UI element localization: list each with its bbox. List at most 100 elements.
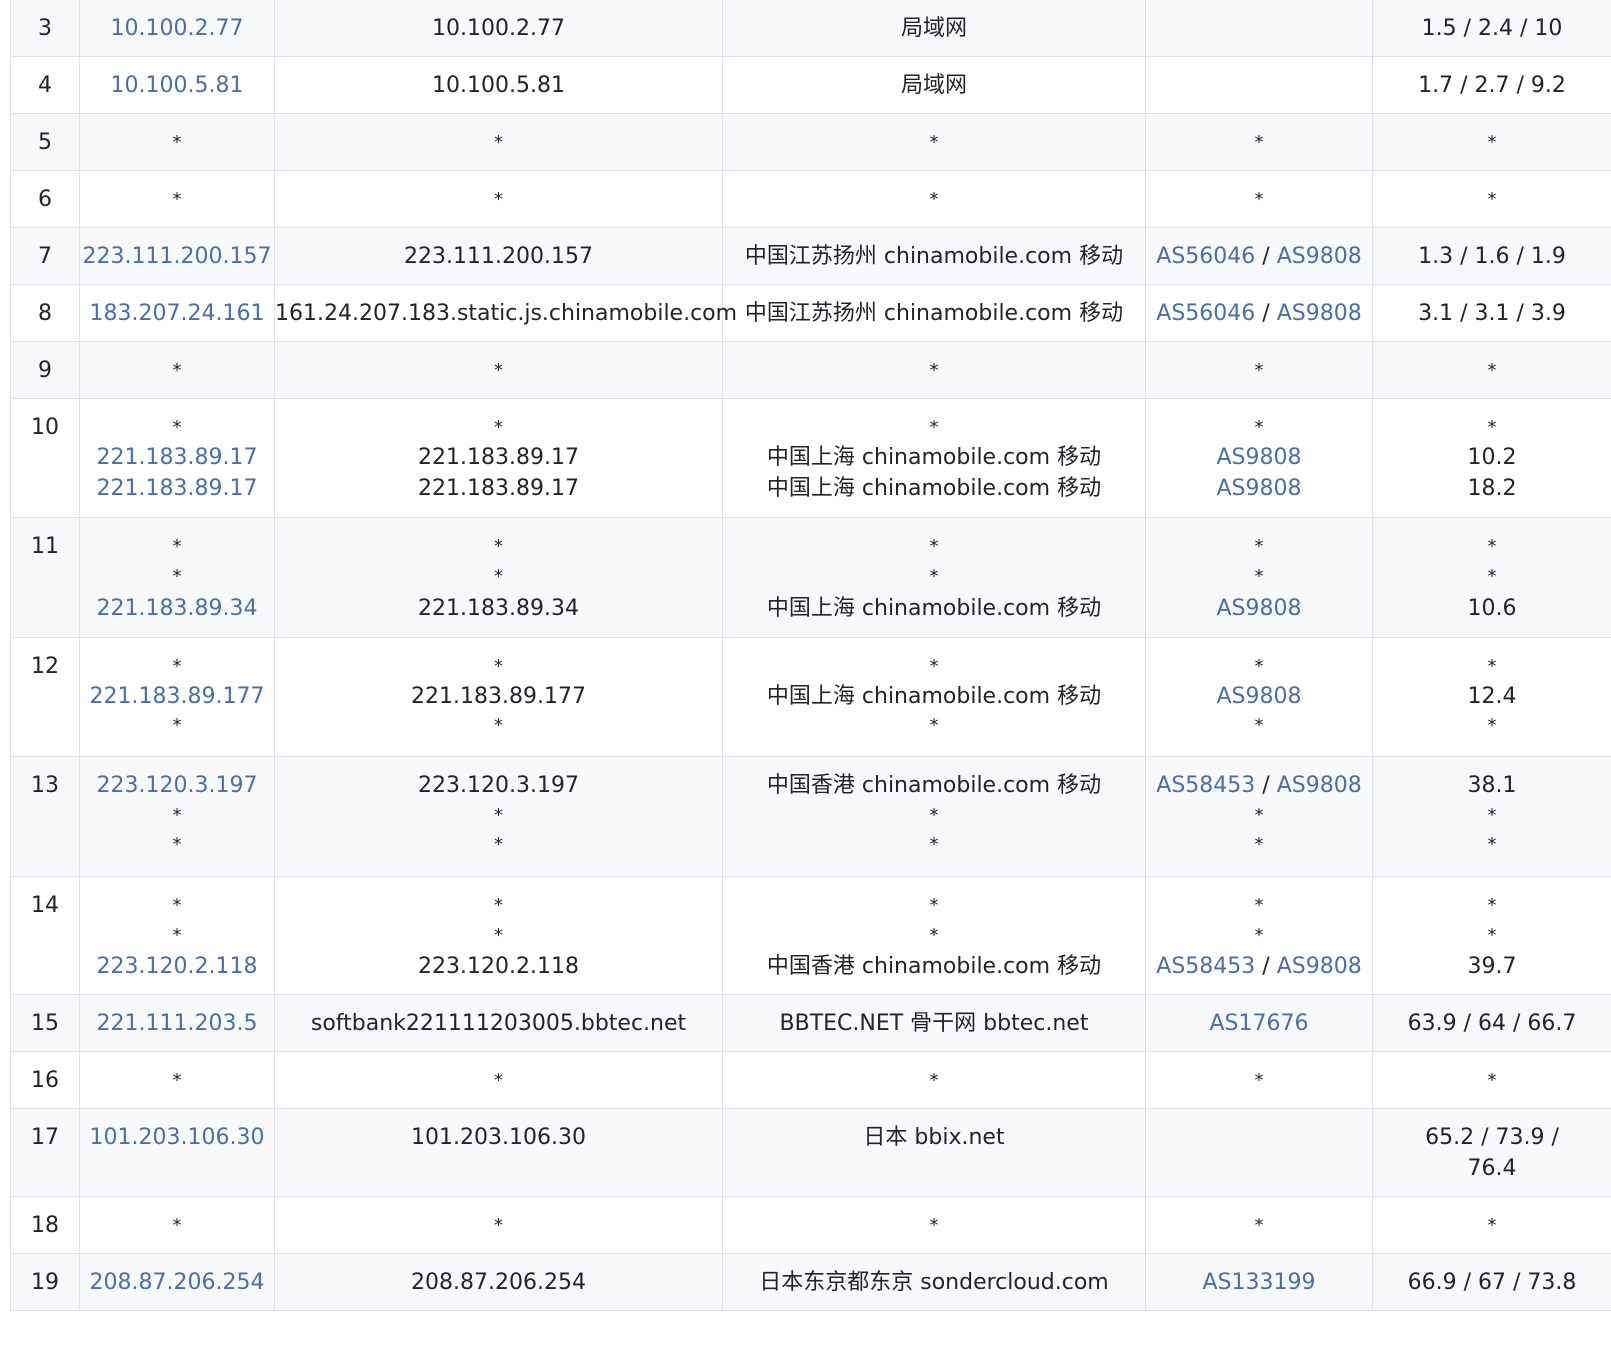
hostname-cell: * * 221.183.89.34 xyxy=(274,517,723,638)
ip-cell: 10.100.5.81 xyxy=(79,56,275,114)
ip-link[interactable]: 221.111.203.5 xyxy=(97,1011,258,1036)
ip-cell: * * 223.120.2.118 xyxy=(79,876,275,995)
no-response-marker: * xyxy=(1487,925,1497,946)
hostname-cell: 10.100.5.81 xyxy=(274,56,723,114)
asn-cell: * xyxy=(1145,113,1373,171)
latency-cell: 1.7 / 2.7 / 9.2 xyxy=(1372,56,1611,114)
ip-link[interactable]: 10.100.5.81 xyxy=(111,73,244,98)
no-response-marker: * xyxy=(494,805,503,826)
hop-number: 5 xyxy=(38,130,52,155)
latency-cell: * xyxy=(1372,170,1611,228)
no-response-marker: * xyxy=(1254,536,1264,557)
ip-link[interactable]: 221.183.89.177 xyxy=(90,684,265,709)
hostname-cell: * xyxy=(274,341,723,399)
ip-cell: * 221.183.89.177 * xyxy=(79,637,275,757)
ip-link[interactable]: 223.120.3.197 xyxy=(97,773,258,798)
cell-line: 中国上海 chinamobile.com 移动 xyxy=(766,476,1102,501)
ip-line: 208.87.206.254 xyxy=(80,1267,274,1298)
hop-number-cell: 17 xyxy=(10,1108,80,1197)
cell-line: 12.4 xyxy=(1467,684,1517,709)
no-response-marker: * xyxy=(494,715,503,736)
cell-line: 1.3 / 1.6 / 1.9 xyxy=(1418,244,1566,269)
hop-row: 17 101.203.106.30 101.203.106.30 日本 bbix.ne… xyxy=(10,1108,1611,1197)
ip-link[interactable]: 221.183.89.17 xyxy=(97,476,258,501)
ip-line: 221.183.89.17 xyxy=(80,473,274,504)
asn-link[interactable]: AS56046 xyxy=(1156,244,1255,269)
asn-link[interactable]: AS58453 xyxy=(1156,773,1255,798)
traceroute-body: 3 10.100.2.77 10.100.2.77 局域网 1.5 / 2.4 / 10… xyxy=(10,0,1611,1311)
asn-link[interactable]: AS9808 xyxy=(1277,954,1362,979)
asn-separator: / xyxy=(1255,773,1277,798)
no-response-marker: * xyxy=(929,1215,939,1236)
hop-row: 10 * 221.183.89.17 221.183.89.17 * 221.183.89… xyxy=(10,398,1611,518)
no-response-marker: * xyxy=(1254,895,1264,916)
hop-number-cell: 14 xyxy=(10,876,80,995)
no-response-marker: * xyxy=(929,360,939,381)
ip-line: 183.207.24.161 xyxy=(80,298,274,329)
asn-link[interactable]: AS17676 xyxy=(1210,1011,1309,1036)
cell-line: 10.100.5.81 xyxy=(432,73,565,98)
no-response-marker: * xyxy=(1487,1070,1497,1091)
cell-line: 38.1 xyxy=(1467,773,1517,798)
cell-line: 208.87.206.254 xyxy=(411,1270,586,1295)
hop-number: 9 xyxy=(38,358,52,383)
ip-link[interactable]: 101.203.106.30 xyxy=(90,1125,265,1150)
no-response-marker: * xyxy=(1254,132,1264,153)
asn-link[interactable]: AS133199 xyxy=(1203,1270,1316,1295)
no-response-marker: * xyxy=(1487,715,1497,736)
cell-line: 中国上海 chinamobile.com 移动 xyxy=(766,445,1102,470)
latency-cell: 63.9 / 64 / 66.7 xyxy=(1372,994,1611,1052)
ip-link[interactable]: 183.207.24.161 xyxy=(90,301,265,326)
hop-number: 16 xyxy=(31,1068,59,1093)
ip-link[interactable]: 221.183.89.34 xyxy=(97,596,258,621)
ip-cell: * xyxy=(79,1196,275,1254)
asn-link[interactable]: AS9808 xyxy=(1216,596,1301,621)
ip-link[interactable]: 208.87.206.254 xyxy=(90,1270,265,1295)
asn-line: AS9808 xyxy=(1146,681,1372,712)
asn-line: AS17676 xyxy=(1146,1008,1372,1039)
asn-link[interactable]: AS9808 xyxy=(1277,773,1362,798)
asn-link[interactable]: AS56046 xyxy=(1156,301,1255,326)
hop-number: 8 xyxy=(38,301,52,326)
no-response-marker: * xyxy=(172,925,182,946)
location-cell: * xyxy=(722,1051,1146,1109)
asn-cell xyxy=(1145,56,1373,114)
hop-number-cell: 8 xyxy=(10,284,80,342)
ip-link[interactable]: 223.120.2.118 xyxy=(97,954,258,979)
location-cell: * xyxy=(722,113,1146,171)
asn-link[interactable]: AS9808 xyxy=(1216,684,1301,709)
hop-number-cell: 3 xyxy=(10,0,80,57)
ip-link[interactable]: 221.183.89.17 xyxy=(97,445,258,470)
hostname-cell: * * 223.120.2.118 xyxy=(274,876,723,995)
asn-link[interactable]: AS58453 xyxy=(1156,954,1255,979)
hostname-cell: * xyxy=(274,1196,723,1254)
cell-line: 日本 bbix.net xyxy=(863,1125,1005,1150)
no-response-marker: * xyxy=(1254,715,1264,736)
asn-link[interactable]: AS9808 xyxy=(1277,301,1362,326)
no-response-marker: * xyxy=(172,656,182,677)
asn-line: AS56046 / AS9808 xyxy=(1146,241,1372,272)
asn-link[interactable]: AS9808 xyxy=(1277,244,1362,269)
hop-row: 3 10.100.2.77 10.100.2.77 局域网 1.5 / 2.4 / 10 xyxy=(10,0,1611,57)
hop-row: 6 * * * * * xyxy=(10,170,1611,228)
hop-number: 14 xyxy=(31,893,59,918)
no-response-marker: * xyxy=(1487,360,1497,381)
no-response-marker: * xyxy=(929,417,939,438)
hop-number-cell: 4 xyxy=(10,56,80,114)
hop-row: 12 * 221.183.89.177 * * 221.183.89.177 * * 中国上海 … xyxy=(10,637,1611,757)
cell-line: 221.183.89.177 xyxy=(411,684,586,709)
asn-line: AS9808 xyxy=(1146,442,1372,473)
asn-link[interactable]: AS9808 xyxy=(1216,476,1301,501)
ip-line: 223.120.2.118 xyxy=(80,951,274,982)
asn-link[interactable]: AS9808 xyxy=(1216,445,1301,470)
cell-line: 161.24.207.183.static.js.chinamobile.com xyxy=(275,301,738,326)
no-response-marker: * xyxy=(494,895,503,916)
hop-number: 15 xyxy=(31,1011,59,1036)
asn-cell: * xyxy=(1145,1196,1373,1254)
ip-link[interactable]: 10.100.2.77 xyxy=(111,16,244,41)
no-response-marker: * xyxy=(929,1070,939,1091)
no-response-marker: * xyxy=(494,834,503,855)
latency-cell: 65.2 / 73.9 / 76.4 xyxy=(1372,1108,1611,1197)
ip-link[interactable]: 223.111.200.157 xyxy=(83,244,272,269)
no-response-marker: * xyxy=(1487,805,1497,826)
